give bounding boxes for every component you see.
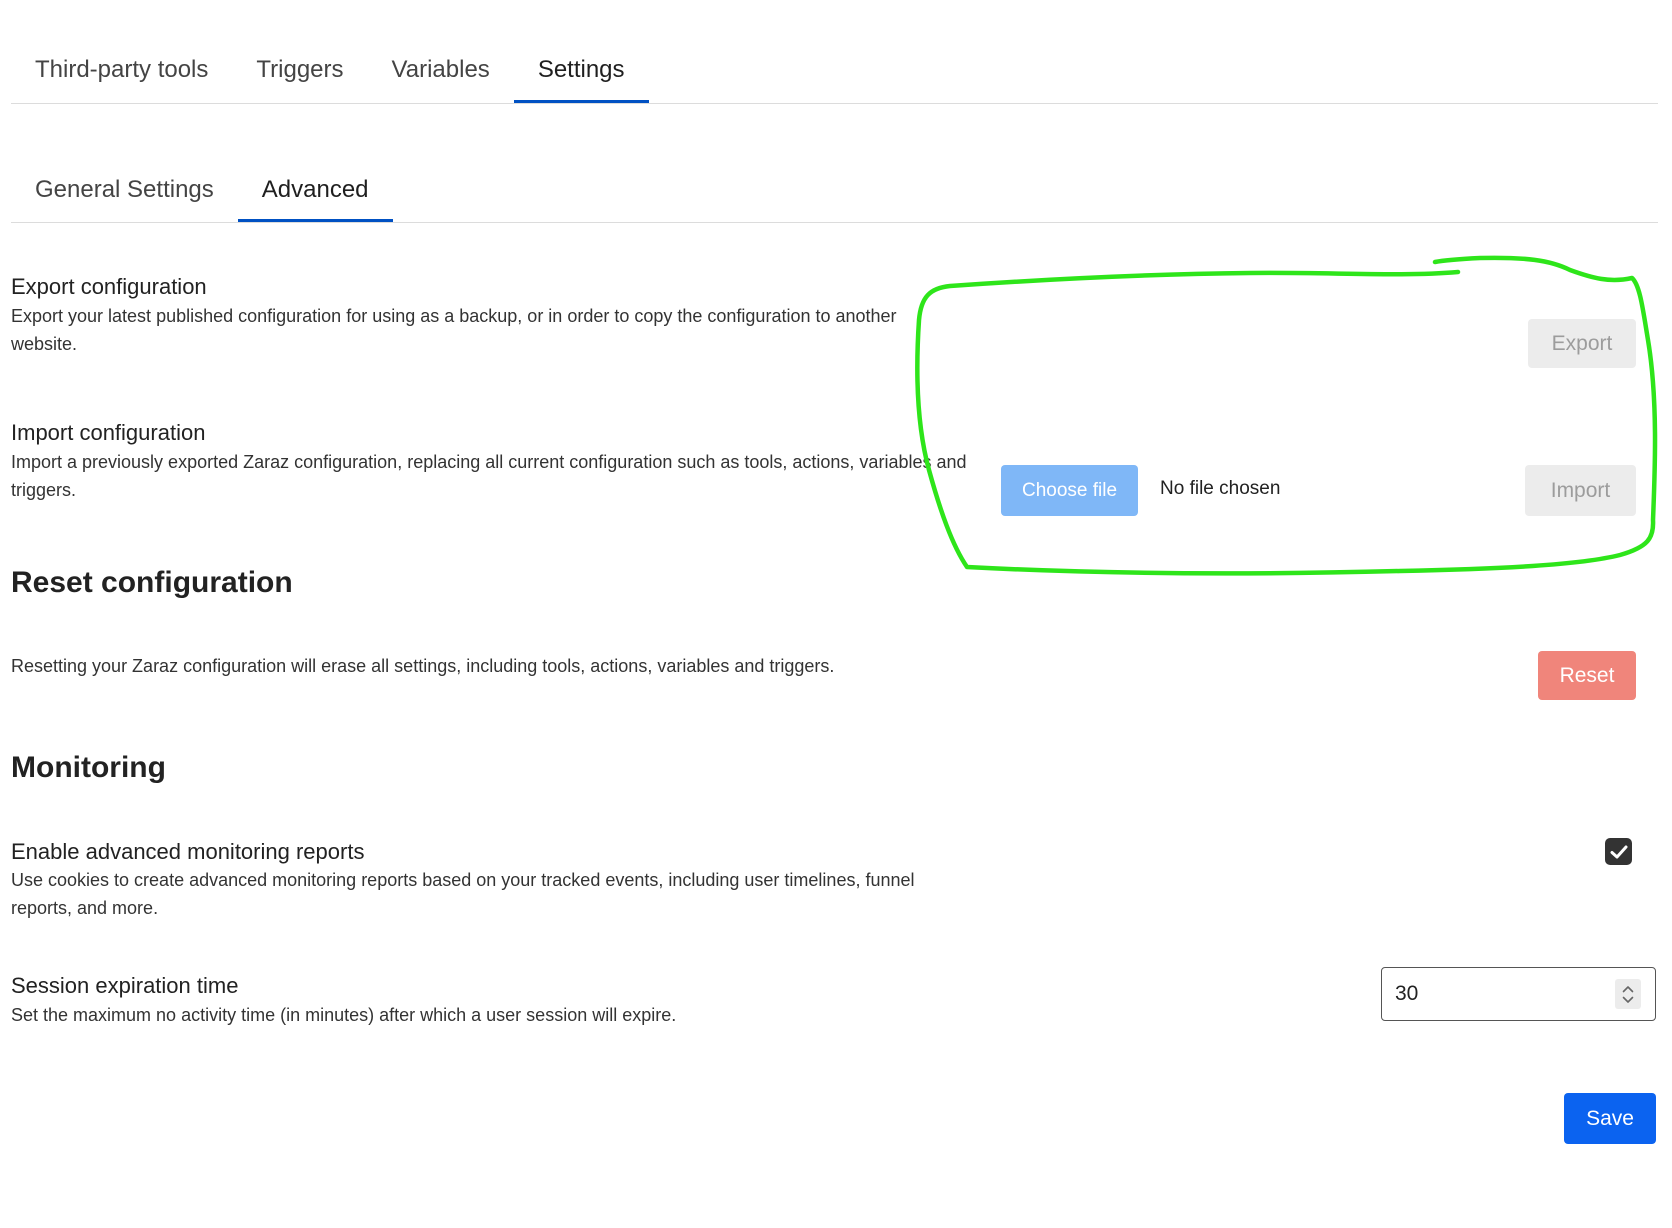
session-expiration-value[interactable]: 30 (1382, 982, 1615, 1006)
settings-subtabs: General Settings Advanced (11, 160, 1658, 223)
session-expiration-input[interactable]: 30 (1381, 967, 1656, 1021)
session-expiration-title: Session expiration time (11, 973, 239, 998)
session-expiration-description: Set the maximum no activity time (in min… (11, 1005, 677, 1025)
export-title: Export configuration (11, 274, 207, 299)
import-button[interactable]: Import (1525, 465, 1636, 516)
monitoring-heading: Monitoring (11, 751, 166, 784)
reset-description: Resetting your Zaraz configuration will … (11, 656, 835, 676)
tab-advanced[interactable]: Advanced (237, 160, 393, 222)
check-icon (1610, 845, 1627, 858)
tab-settings[interactable]: Settings (513, 40, 649, 103)
file-status: No file chosen (1160, 478, 1281, 499)
export-button[interactable]: Export (1528, 319, 1636, 368)
number-spinner[interactable] (1615, 979, 1641, 1009)
chevron-up-icon[interactable] (1622, 985, 1634, 993)
tab-general-settings[interactable]: General Settings (11, 160, 238, 222)
tab-variables[interactable]: Variables (368, 40, 514, 103)
advanced-reports-title: Enable advanced monitoring reports (11, 839, 365, 864)
tab-triggers[interactable]: Triggers (232, 40, 367, 103)
advanced-reports-description: Use cookies to create advanced monitorin… (11, 870, 915, 918)
reset-heading: Reset configuration (11, 566, 293, 599)
tab-third-party-tools[interactable]: Third-party tools (11, 40, 232, 103)
save-button[interactable]: Save (1564, 1093, 1656, 1144)
advanced-reports-checkbox[interactable] (1605, 838, 1632, 865)
export-description: Export your latest published configurati… (11, 306, 897, 354)
import-title: Import configuration (11, 420, 206, 445)
import-description: Import a previously exported Zaraz confi… (11, 452, 967, 500)
choose-file-button[interactable]: Choose file (1001, 465, 1138, 516)
chevron-down-icon[interactable] (1622, 996, 1634, 1004)
reset-button[interactable]: Reset (1538, 651, 1636, 700)
main-tabs: Third-party tools Triggers Variables Set… (11, 40, 1658, 104)
